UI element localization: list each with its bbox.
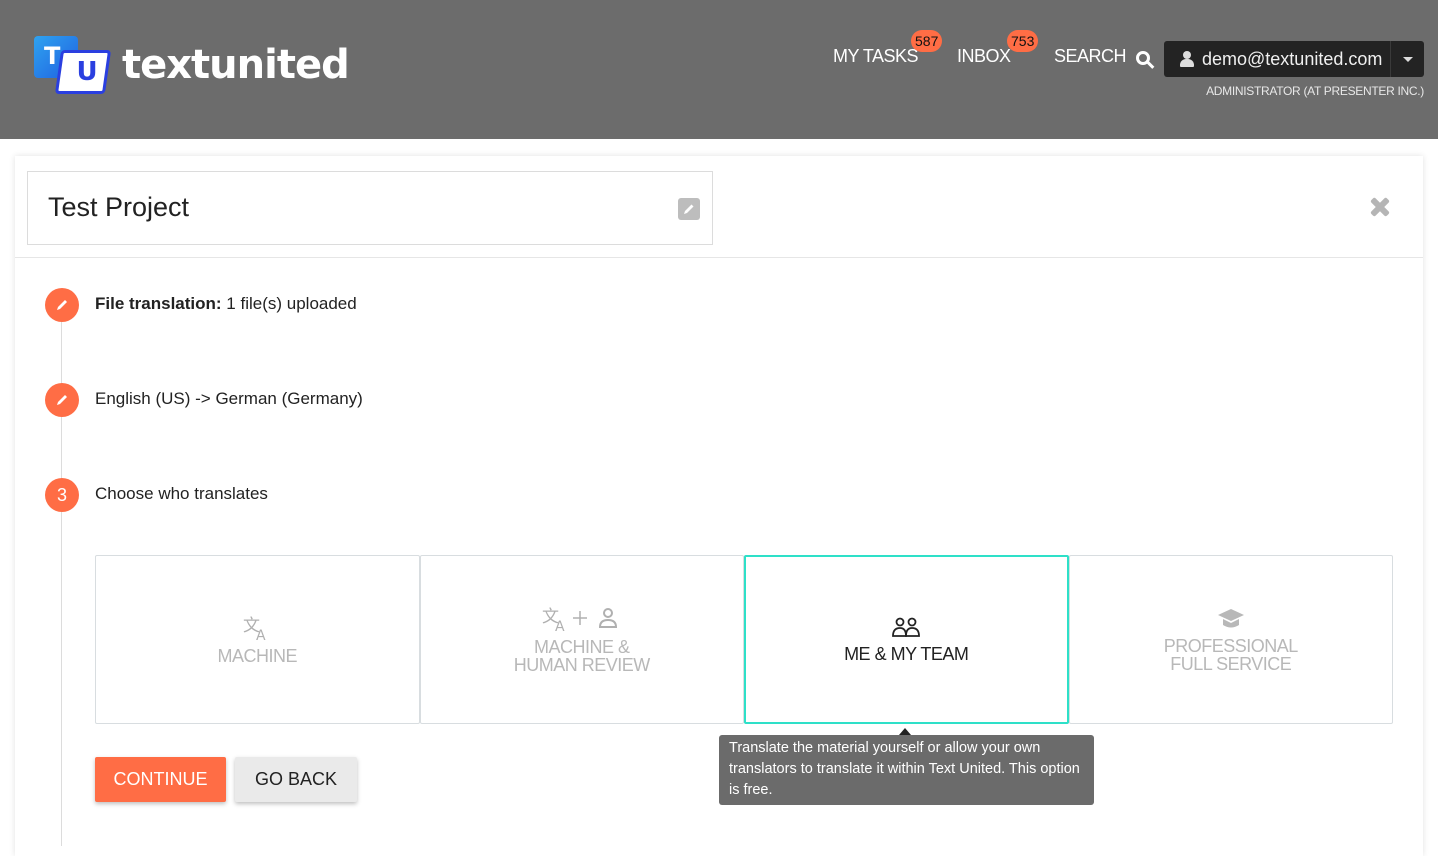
close-icon[interactable] bbox=[1369, 196, 1391, 218]
team-icon bbox=[892, 617, 921, 637]
go-back-button[interactable]: GO BACK bbox=[235, 757, 357, 802]
nav-search-label[interactable]: SEARCH bbox=[1054, 46, 1127, 67]
pencil-icon bbox=[57, 395, 67, 405]
pencil-icon bbox=[57, 300, 67, 310]
option-me-and-my-team-label: ME & MY TEAM bbox=[844, 643, 969, 664]
pencil-icon bbox=[684, 204, 694, 214]
textunited-logo[interactable]: T U textunited bbox=[34, 36, 350, 94]
option-machine-human-review-label-2: HUMAN REVIEW bbox=[513, 654, 651, 675]
svg-text:A: A bbox=[256, 628, 266, 641]
tooltip-arrow bbox=[899, 728, 911, 735]
step-2-edit-button[interactable] bbox=[45, 383, 79, 417]
step-1-label: 1 file(s) uploaded bbox=[221, 294, 357, 313]
nav-my-tasks-label[interactable]: MY TASKS bbox=[833, 46, 919, 67]
nav-inbox-label[interactable]: INBOX bbox=[957, 46, 1011, 67]
step-2-summary: English (US) -> German (Germany) bbox=[95, 389, 363, 409]
inbox-count-badge: 753 bbox=[1007, 30, 1039, 52]
translate-plus-person-icon: 文 A bbox=[542, 607, 617, 632]
option-professional-full-service[interactable]: PROFESSIONAL FULL SERVICE bbox=[1068, 555, 1393, 724]
step-1-edit-button[interactable] bbox=[45, 288, 79, 322]
option-tooltip: Translate the material yourself or allow… bbox=[719, 735, 1094, 805]
step-3-label: Choose who translates bbox=[95, 484, 268, 503]
option-me-and-my-team[interactable]: ME & MY TEAM bbox=[744, 555, 1069, 724]
svg-text:A: A bbox=[555, 619, 565, 632]
nav-inbox[interactable]: INBOX 753 bbox=[957, 30, 1039, 67]
top-header: T U textunited MY TASKS 587 INBOX 753 SE… bbox=[0, 0, 1438, 139]
my-tasks-count-badge: 587 bbox=[911, 30, 943, 52]
option-machine-human-review[interactable]: 文 A MACHINE & HUMAN REVIEW bbox=[419, 555, 744, 724]
project-wizard-card: Test Project File translation: 1 file(s)… bbox=[15, 156, 1423, 856]
user-email[interactable]: demo@textunited.com bbox=[1202, 49, 1390, 70]
user-icon bbox=[1180, 51, 1194, 67]
translate-icon: 文 A bbox=[243, 616, 266, 641]
translator-options: 文 A MACHINE 文 A MACHINE & HUMAN REVIEW M… bbox=[95, 555, 1393, 724]
step-3-number: 3 bbox=[45, 478, 79, 512]
option-professional-label-1: PROFESSIONAL bbox=[1163, 635, 1299, 656]
nav-my-tasks[interactable]: MY TASKS 587 bbox=[833, 30, 943, 67]
option-machine-human-review-label-1: MACHINE & bbox=[533, 636, 630, 657]
chevron-down-icon[interactable] bbox=[1390, 41, 1424, 77]
user-role: ADMINISTRATOR (AT PRESENTER INC.) bbox=[1206, 84, 1424, 98]
divider bbox=[15, 257, 1423, 258]
search-icon[interactable] bbox=[1136, 50, 1151, 65]
nav-search[interactable]: SEARCH bbox=[1054, 46, 1151, 67]
step-1-label-bold: File translation: bbox=[95, 294, 222, 313]
user-menu-dropdown[interactable]: demo@textunited.com bbox=[1164, 41, 1424, 77]
graduation-cap-icon bbox=[1217, 608, 1244, 627]
option-machine-label: MACHINE bbox=[217, 645, 297, 666]
logo-letter-u-box: U bbox=[54, 50, 112, 94]
project-title-field[interactable]: Test Project bbox=[27, 171, 713, 245]
step-2-label: English (US) -> German (Germany) bbox=[95, 389, 363, 408]
option-professional-label-2: FULL SERVICE bbox=[1170, 653, 1292, 674]
step-1-summary: File translation: 1 file(s) uploaded bbox=[95, 294, 357, 314]
step-3-title: Choose who translates bbox=[95, 484, 268, 504]
logo-letter-u: U bbox=[76, 57, 98, 87]
logo-mark-icon: T U bbox=[34, 36, 112, 94]
logo-text: textunited bbox=[122, 42, 350, 88]
option-machine[interactable]: 文 A MACHINE bbox=[95, 555, 420, 724]
continue-button[interactable]: CONTINUE bbox=[95, 757, 226, 802]
edit-title-button[interactable] bbox=[678, 198, 700, 220]
project-title: Test Project bbox=[48, 192, 190, 222]
